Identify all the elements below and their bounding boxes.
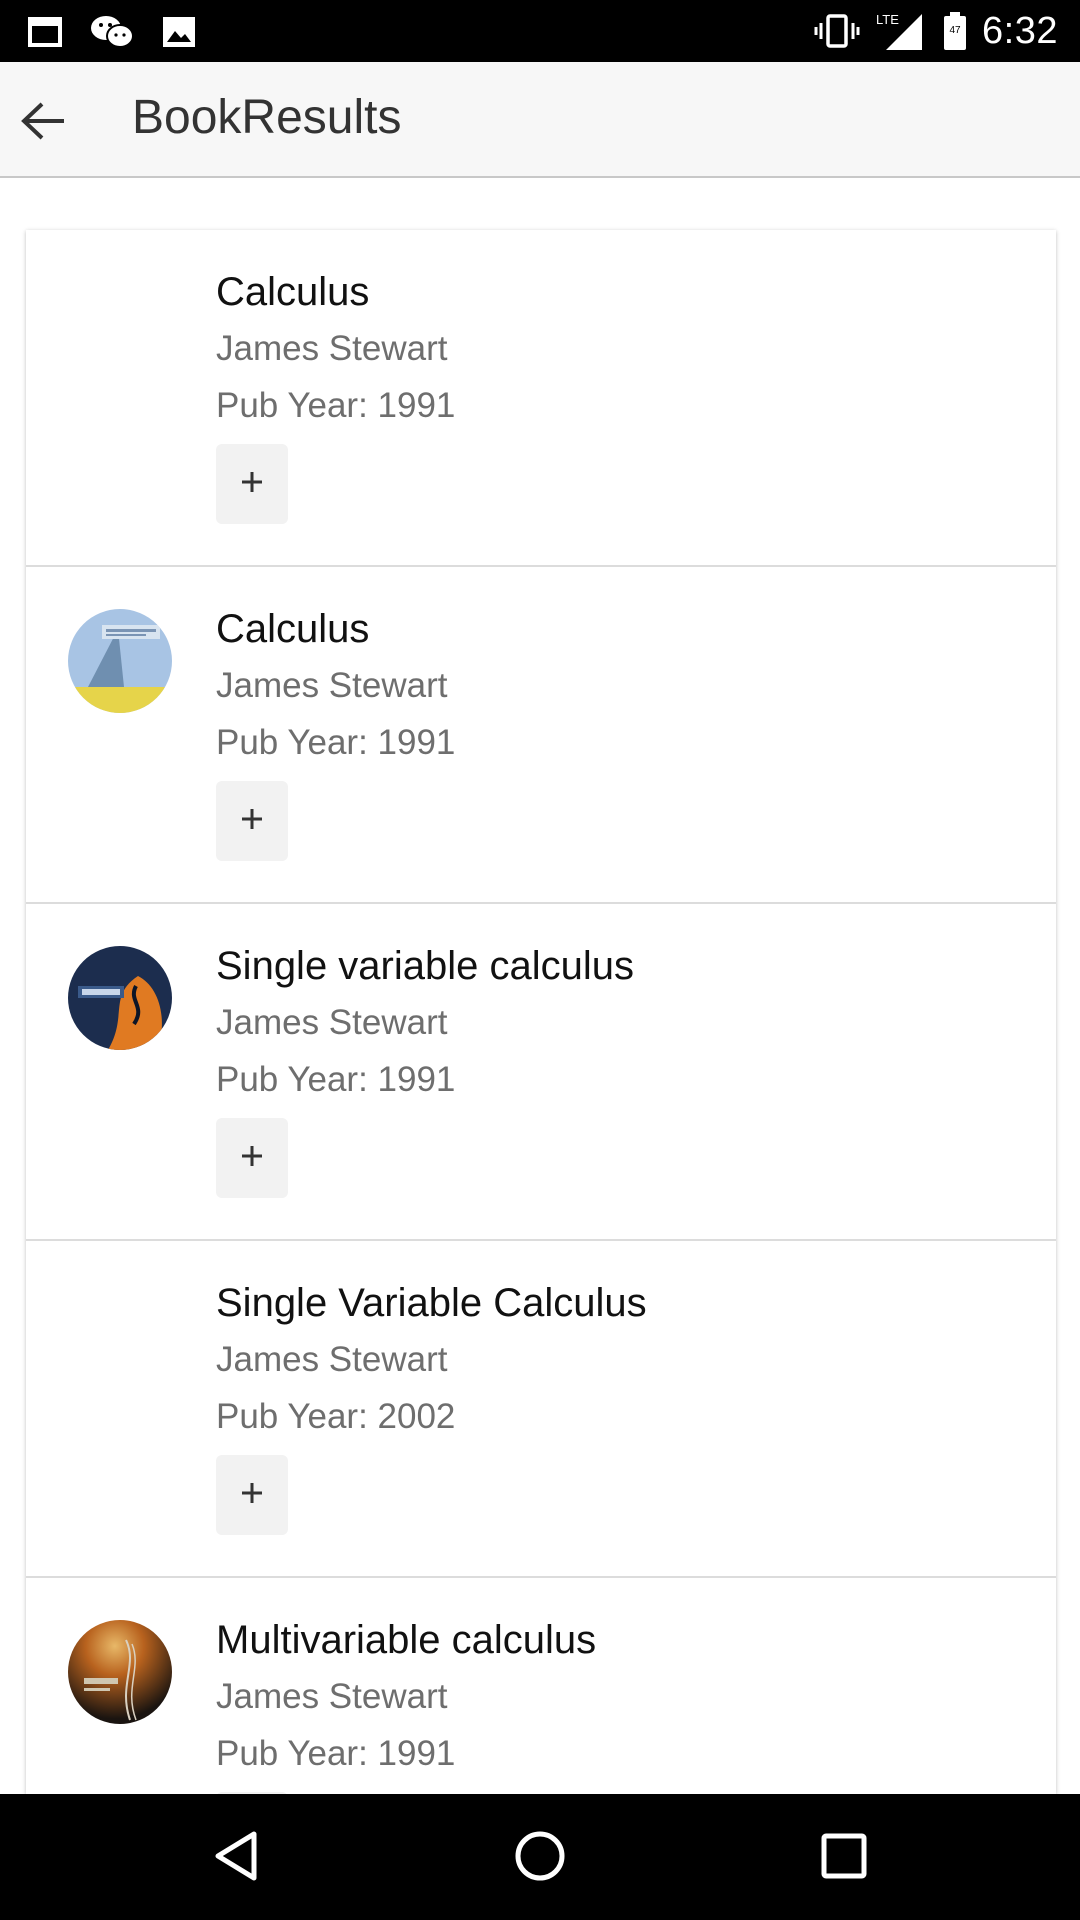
- book-list-item[interactable]: Single Variable Calculus James Stewart P…: [26, 1241, 1056, 1578]
- add-book-button[interactable]: [216, 444, 288, 524]
- status-time: 6:32: [982, 9, 1058, 52]
- battery-icon: 47: [942, 11, 968, 51]
- add-book-button[interactable]: [216, 781, 288, 861]
- book-title: Calculus: [216, 270, 370, 314]
- wechat-icon: [90, 14, 134, 50]
- navigation-bar: [0, 1794, 1080, 1920]
- book-title: Single Variable Calculus: [216, 1281, 647, 1325]
- book-cover-avatar: [68, 946, 172, 1050]
- book-pub-year: Pub Year: 2002: [216, 1397, 456, 1436]
- book-list-item[interactable]: Multivariable calculus James Stewart Pub…: [26, 1578, 1056, 1794]
- back-button[interactable]: [18, 98, 68, 148]
- book-title: Calculus: [216, 607, 370, 651]
- book-cover-avatar: [68, 1620, 172, 1724]
- status-left-icons: [28, 12, 196, 52]
- plus-icon: [239, 1143, 265, 1174]
- book-title: Single variable calculus: [216, 944, 635, 988]
- image-icon: [162, 16, 196, 48]
- plus-icon: [239, 806, 265, 837]
- book-pub-year: Pub Year: 1991: [216, 723, 456, 762]
- home-circle-icon: [514, 1830, 566, 1887]
- status-right-icons: LTE 47 6:32: [814, 8, 1058, 54]
- network-label: LTE: [876, 12, 899, 27]
- book-results-list[interactable]: Calculus James Stewart Pub Year: 1991 Ca…: [26, 230, 1056, 1794]
- window-icon: [28, 17, 62, 47]
- book-author: James Stewart: [216, 329, 448, 368]
- book-pub-year: Pub Year: 1991: [216, 386, 456, 425]
- book-author: James Stewart: [216, 1340, 448, 1379]
- book-cover-avatar: [68, 609, 172, 713]
- nav-home-button[interactable]: [512, 1830, 568, 1886]
- lte-signal-icon: LTE: [874, 10, 928, 52]
- page-title: BookResults: [132, 91, 402, 144]
- app-bar: BookResults: [0, 62, 1080, 178]
- battery-level: 47: [949, 25, 961, 36]
- back-triangle-icon: [212, 1830, 260, 1887]
- arrow-back-icon: [20, 101, 66, 146]
- recents-square-icon: [820, 1832, 868, 1885]
- book-pub-year: Pub Year: 1991: [216, 1734, 456, 1773]
- book-list-item[interactable]: Calculus James Stewart Pub Year: 1991: [26, 230, 1056, 567]
- book-title: Multivariable calculus: [216, 1618, 597, 1662]
- nav-recents-button[interactable]: [816, 1830, 872, 1886]
- plus-icon: [239, 1480, 265, 1511]
- book-list-item[interactable]: Single variable calculus James Stewart P…: [26, 904, 1056, 1241]
- book-author: James Stewart: [216, 1003, 448, 1042]
- book-pub-year: Pub Year: 1991: [216, 1060, 456, 1099]
- plus-icon: [239, 469, 265, 500]
- nav-back-button[interactable]: [208, 1830, 264, 1886]
- book-author: James Stewart: [216, 1677, 448, 1716]
- book-author: James Stewart: [216, 666, 448, 705]
- add-book-button[interactable]: [216, 1455, 288, 1535]
- status-bar: LTE 47 6:32: [0, 0, 1080, 62]
- add-book-button[interactable]: [216, 1118, 288, 1198]
- vibrate-icon: [814, 13, 860, 49]
- book-list-item[interactable]: Calculus James Stewart Pub Year: 1991: [26, 567, 1056, 904]
